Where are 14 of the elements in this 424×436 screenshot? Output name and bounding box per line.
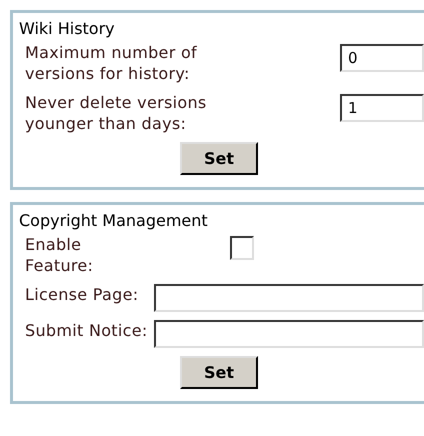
- field-label: Maximum number of versions for history:: [25, 42, 198, 84]
- field-label: License Page:: [25, 284, 140, 305]
- field-label: Enable Feature:: [25, 234, 94, 276]
- field-label: Never delete versions younger than days:: [25, 92, 208, 134]
- input-field[interactable]: 1: [340, 94, 424, 122]
- checkbox[interactable]: [230, 236, 254, 260]
- panel-title: Copyright Management: [19, 211, 209, 230]
- input-field[interactable]: [154, 320, 424, 348]
- set-button[interactable]: Set: [180, 356, 258, 389]
- set-button[interactable]: Set: [180, 142, 258, 175]
- input-field[interactable]: [154, 284, 424, 312]
- field-label: Submit Notice:: [25, 320, 148, 341]
- panel-title: Wiki History: [19, 19, 116, 38]
- input-field[interactable]: 0: [340, 44, 424, 72]
